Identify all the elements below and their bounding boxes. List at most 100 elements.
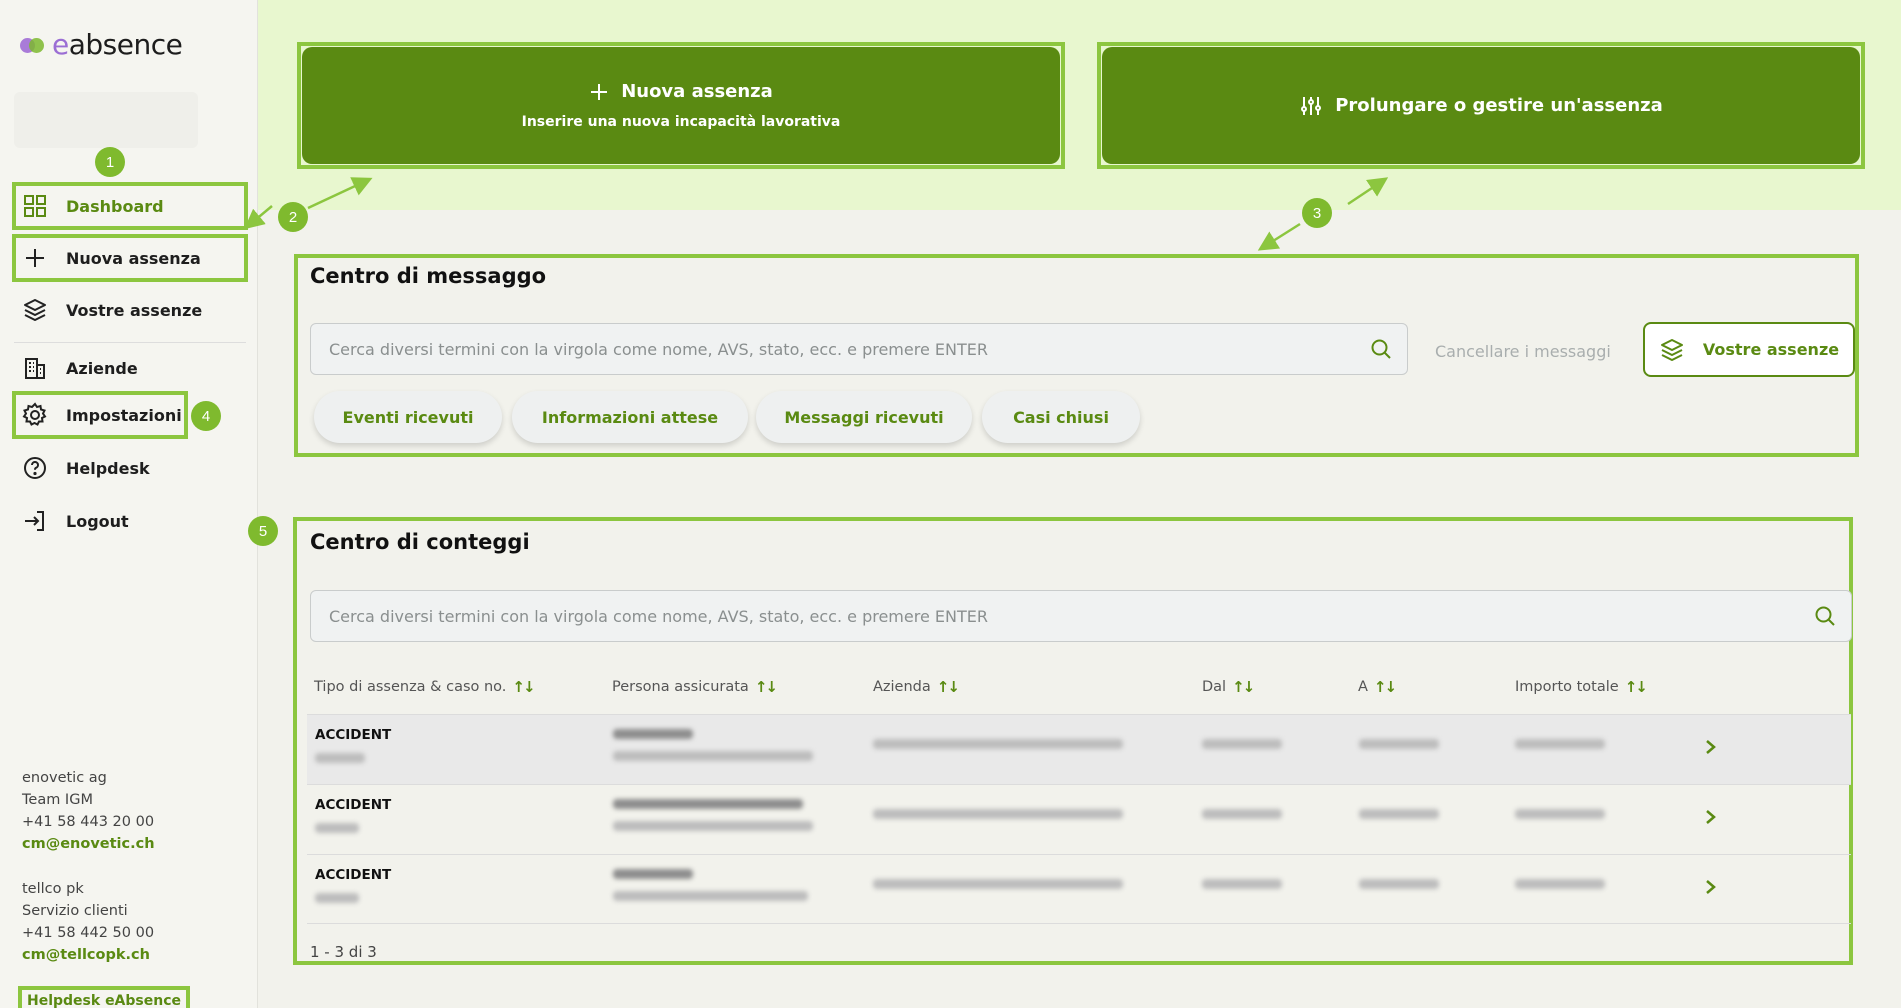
redacted-case-number [315, 823, 359, 833]
new-absence-label: Nuova assenza [621, 81, 773, 102]
redacted-case-number [315, 753, 365, 763]
sidebar-item-logout[interactable]: Logout [14, 499, 246, 543]
contact-team: Team IGM [22, 792, 93, 808]
redacted-date-to [1359, 879, 1439, 889]
sort-icon[interactable]: ↑↓ [1374, 678, 1397, 696]
help-icon [24, 457, 46, 479]
table-row[interactable]: ACCIDENT [307, 854, 1851, 924]
sidebar-item-label: Aziende [66, 358, 138, 378]
sidebar-divider [14, 342, 246, 343]
sliders-icon [1301, 96, 1322, 115]
filter-received-messages[interactable]: Messaggi ricevuti [756, 391, 972, 443]
annotation-badge-1: 1 [95, 147, 125, 177]
redacted-date-from [1202, 739, 1282, 749]
sidebar-item-new-absence[interactable]: Nuova assenza [12, 234, 248, 282]
building-icon [25, 358, 45, 379]
helpdesk-eabsence-link[interactable]: Helpdesk eAbsence [18, 986, 191, 1008]
absence-type: ACCIDENT [315, 727, 392, 743]
redacted-person-name [613, 799, 803, 809]
sidebar-item-label: Helpdesk [66, 458, 150, 478]
counts-search-input[interactable] [329, 606, 1813, 626]
counts-center-title: Centro di conteggi [310, 530, 530, 554]
layers-icon [24, 299, 46, 321]
sort-icon[interactable]: ↑↓ [1625, 678, 1648, 696]
eabsence-logo[interactable]: eabsence [20, 28, 183, 61]
grid-icon [24, 195, 46, 217]
redacted-person-details [613, 891, 808, 901]
counts-search-field[interactable] [310, 590, 1852, 642]
redacted-person-details [613, 751, 813, 761]
sort-icon[interactable]: ↑↓ [512, 678, 535, 696]
new-absence-sublabel: Inserire una nuova incapacità lavorativa [521, 114, 841, 130]
message-center-title: Centro di messaggo [310, 264, 547, 288]
chevron-right-icon[interactable] [1701, 733, 1721, 761]
sidebar-item-label: Vostre assenze [66, 300, 203, 320]
sidebar-item-label: Dashboard [66, 196, 164, 216]
sidebar-item-label: Logout [66, 511, 129, 531]
contact-block-enovetic: enovetic ag Team IGM +41 58 443 20 00 cm… [22, 767, 155, 855]
column-header-to[interactable]: A ↑↓ [1358, 678, 1397, 696]
column-header-absence-type[interactable]: Tipo di assenza & caso no. ↑↓ [314, 678, 536, 696]
redacted-person-name [613, 869, 693, 879]
logout-icon [25, 511, 44, 531]
contact-phone: +41 58 443 20 00 [22, 814, 155, 830]
your-absences-label: Vostre assenze [1702, 340, 1840, 359]
sidebar-item-label: Nuova assenza [66, 248, 201, 268]
sort-icon[interactable]: ↑↓ [937, 678, 960, 696]
contact-email-link[interactable]: cm@tellcopk.ch [22, 944, 154, 966]
contact-block-tellco: tellco pk Servizio clienti +41 58 442 50… [22, 878, 154, 966]
column-header-company[interactable]: Azienda ↑↓ [873, 678, 960, 696]
sort-icon[interactable]: ↑↓ [755, 678, 778, 696]
profile-placeholder [14, 92, 198, 148]
your-absences-button[interactable]: Vostre assenze [1643, 322, 1855, 377]
sidebar-item-helpdesk[interactable]: Helpdesk [14, 446, 246, 490]
sidebar-item-your-absences[interactable]: Vostre assenze [14, 288, 246, 332]
message-search-input[interactable] [329, 339, 1369, 359]
redacted-date-from [1202, 879, 1282, 889]
annotation-badge-2: 2 [278, 202, 308, 232]
redacted-amount [1515, 879, 1605, 889]
sidebar-item-label: Impostazioni [66, 405, 182, 425]
absence-type: ACCIDENT [315, 867, 392, 883]
manage-absence-button[interactable]: Prolungare o gestire un'assenza [1102, 47, 1860, 164]
column-header-total-amount[interactable]: Importo totale ↑↓ [1515, 678, 1648, 696]
absence-type: ACCIDENT [315, 797, 392, 813]
column-header-from[interactable]: Dal ↑↓ [1202, 678, 1255, 696]
annotation-badge-3: 3 [1302, 198, 1332, 228]
message-search-field[interactable] [310, 323, 1408, 375]
search-icon[interactable] [1813, 604, 1837, 628]
annotation-badge-4: 4 [191, 401, 221, 431]
search-icon[interactable] [1369, 337, 1393, 361]
redacted-company [873, 739, 1123, 749]
contact-phone: +41 58 442 50 00 [22, 925, 155, 941]
sidebar-item-dashboard[interactable]: Dashboard [12, 182, 248, 230]
contact-email-link[interactable]: cm@enovetic.ch [22, 833, 155, 855]
redacted-amount [1515, 809, 1605, 819]
annotation-badge-5: 5 [248, 516, 278, 546]
layers-icon [1660, 338, 1683, 361]
filter-closed-cases[interactable]: Casi chiusi [982, 391, 1140, 443]
column-header-insured-person[interactable]: Persona assicurata ↑↓ [612, 678, 778, 696]
plus-icon [591, 83, 608, 100]
plus-icon [26, 249, 44, 267]
logo-icon [20, 35, 46, 55]
chevron-right-icon[interactable] [1701, 873, 1721, 901]
new-absence-button[interactable]: Nuova assenza Inserire una nuova incapac… [302, 47, 1060, 164]
sidebar: eabsence Dashboard Nuova assenza Vostre … [0, 0, 258, 1008]
sidebar-item-settings[interactable]: Impostazioni [12, 391, 188, 439]
pagination-info: 1 - 3 di 3 [310, 943, 377, 961]
filter-expected-information[interactable]: Informazioni attese [512, 391, 748, 443]
table-row[interactable]: ACCIDENT [307, 714, 1851, 784]
clear-messages-button[interactable]: Cancellare i messaggi [1435, 342, 1611, 361]
redacted-date-to [1359, 739, 1439, 749]
sidebar-item-companies[interactable]: Aziende [14, 346, 246, 390]
logo-text: eabsence [52, 28, 183, 61]
sort-icon[interactable]: ↑↓ [1232, 678, 1255, 696]
contact-team: Servizio clienti [22, 903, 128, 919]
redacted-date-from [1202, 809, 1282, 819]
filter-received-events[interactable]: Eventi ricevuti [314, 391, 502, 443]
chevron-right-icon[interactable] [1701, 803, 1721, 831]
redacted-person-details [613, 821, 813, 831]
contact-company: enovetic ag [22, 770, 107, 786]
table-row[interactable]: ACCIDENT [307, 784, 1851, 854]
